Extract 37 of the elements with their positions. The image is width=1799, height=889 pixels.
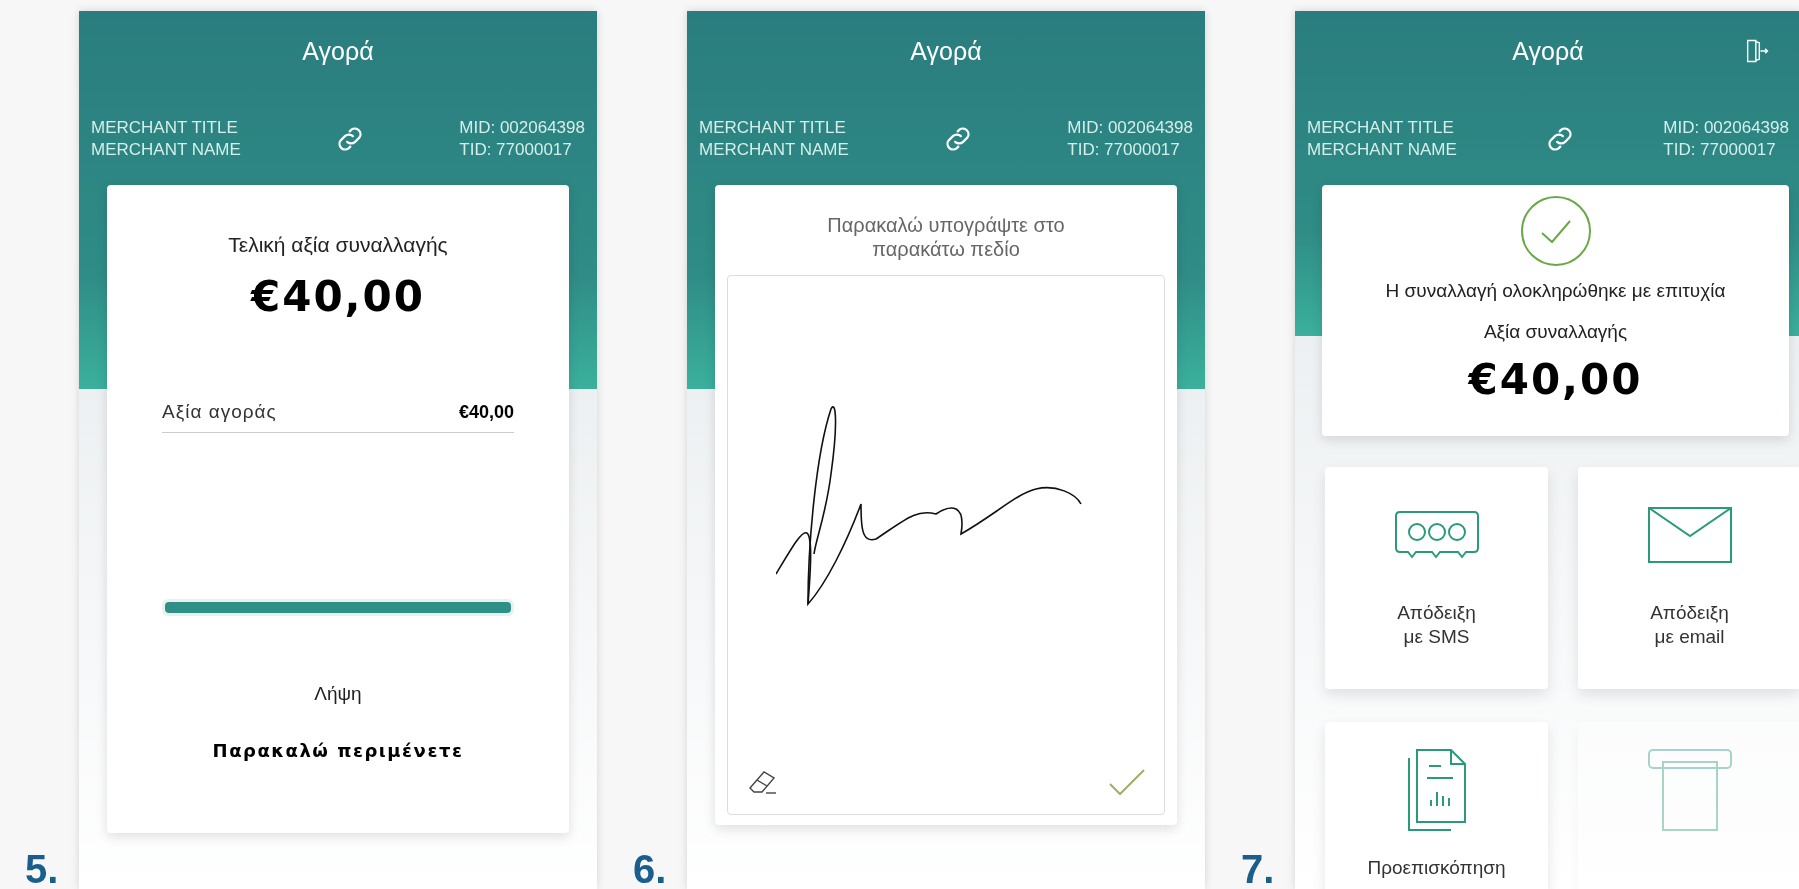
merchant-id: MID: 002064398 [1067,117,1193,139]
printer-icon [1646,748,1733,832]
chat-bubble-icon [1393,510,1480,560]
merchant-title: MERCHANT TITLE [699,117,847,139]
screen-title: Αγορά [1512,36,1584,68]
merchant-name: MERCHANT NAME [699,139,849,161]
status-text: Λήψη [314,682,362,706]
receipt-option[interactable]: Απόδειξη με email [1578,467,1799,689]
terminal-id: TID: 77000017 [459,139,573,161]
terminal-id: TID: 77000017 [1067,139,1181,161]
step-number: 7. [1241,849,1276,889]
amount-label: Τελική αξία συναλλαγής [228,232,448,258]
terminal-id: TID: 77000017 [1663,139,1777,161]
check-icon[interactable] [1108,768,1146,796]
screen-title: Αγορά [302,36,374,68]
line-value: €40,00 [458,401,514,424]
receipt-option[interactable]: Προεπισκόπηση [1325,722,1548,889]
step-number: 6. [633,849,668,889]
signature-prompt: Παρακαλώ υπογράψτε στο παρακάτω πεδίο [826,213,1066,261]
line-label: Αξία αγοράς [162,399,277,424]
success-message: Η συναλλαγή ολοκληρώθηκε με επιτυχία [1385,279,1726,303]
amount-label: Αξία συναλλαγής [1483,319,1628,344]
wait-message: Παρακαλώ περιμένετε [212,738,464,763]
step-number: 5. [25,849,60,889]
screen-title: Αγορά [910,36,982,68]
merchant-title: MERCHANT TITLE [91,117,239,139]
amount: €40,00 [250,271,426,321]
amount: €40,00 [1468,355,1643,404]
merchant-name: MERCHANT NAME [1307,139,1457,161]
receipt-option[interactable]: Απόδειξη με SMS [1325,467,1548,689]
merchant-name: MERCHANT NAME [91,139,241,161]
document-icon [1406,748,1467,832]
success-check-icon [1519,195,1592,267]
merchant-title: MERCHANT TITLE [1307,117,1455,139]
merchant-id: MID: 002064398 [459,117,585,139]
envelope-icon [1646,506,1733,564]
merchant-id: MID: 002064398 [1663,117,1789,139]
